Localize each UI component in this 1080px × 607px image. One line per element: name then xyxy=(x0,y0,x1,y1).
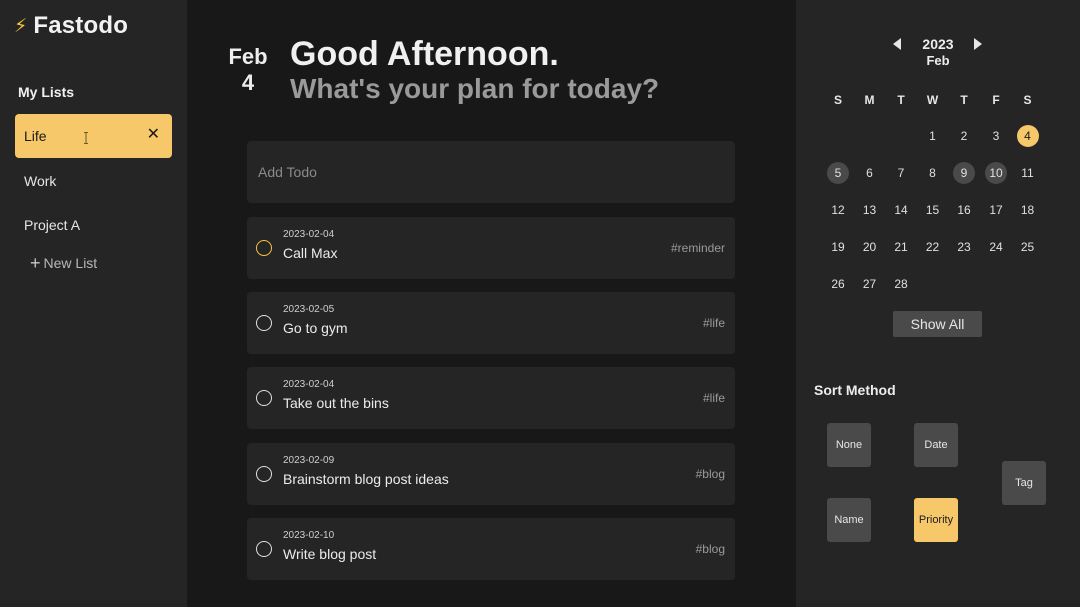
sort-method-heading: Sort Method xyxy=(814,382,896,398)
show-all-button[interactable]: Show All xyxy=(893,311,982,337)
calendar-weekday: T xyxy=(960,93,968,107)
calendar-day[interactable]: 22 xyxy=(922,236,944,258)
calendar-day[interactable]: 8 xyxy=(922,162,944,184)
main-content: Feb 4 Good Afternoon. What's your plan f… xyxy=(187,0,796,607)
todo-date: 2023-02-10 xyxy=(283,530,335,541)
current-date: Feb 4 xyxy=(225,44,271,96)
lightning-bolt-icon: ⚡ xyxy=(14,15,28,37)
sort-tag-button[interactable]: Tag xyxy=(1002,461,1046,505)
calendar-day[interactable]: 23 xyxy=(953,236,975,258)
todo-text: Brainstorm blog post ideas xyxy=(283,471,449,487)
calendar-day[interactable]: 4 xyxy=(1016,125,1039,147)
calendar-day[interactable]: 21 xyxy=(890,236,912,258)
todo-item[interactable]: 2023-02-04 Take out the bins #life xyxy=(247,367,735,429)
greeting-title: Good Afternoon. xyxy=(290,35,559,73)
list-item-label: Work xyxy=(24,173,57,189)
calendar-day[interactable]: 28 xyxy=(890,273,912,295)
new-list-label: New List xyxy=(43,255,98,271)
calendar-day[interactable]: 6 xyxy=(859,162,881,184)
calendar-day[interactable]: 5 xyxy=(827,162,849,184)
sort-name-button[interactable]: Name xyxy=(827,498,871,542)
calendar-day[interactable]: 25 xyxy=(1017,236,1039,258)
calendar-day[interactable]: 19 xyxy=(827,236,849,258)
previous-month-icon[interactable] xyxy=(893,38,901,50)
calendar-day[interactable]: 27 xyxy=(859,273,881,295)
calendar-day[interactable]: 7 xyxy=(890,162,912,184)
calendar-weekday: M xyxy=(864,93,875,107)
todo-date: 2023-02-04 xyxy=(283,229,335,240)
todo-text: Call Max xyxy=(283,245,338,261)
my-lists-heading: My Lists xyxy=(18,84,75,100)
todo-checkbox[interactable] xyxy=(256,390,272,406)
todo-text: Go to gym xyxy=(283,320,348,336)
todo-item[interactable]: 2023-02-05 Go to gym #life xyxy=(247,292,735,354)
calendar-day[interactable]: 2 xyxy=(953,125,975,147)
todo-tag: #blog xyxy=(695,542,725,556)
todo-text: Write blog post xyxy=(283,546,377,562)
calendar-month: Feb xyxy=(926,53,950,68)
calendar-weekday: S xyxy=(1023,93,1032,107)
sort-priority-button[interactable]: Priority xyxy=(914,498,958,542)
calendar-day[interactable]: 15 xyxy=(922,199,944,221)
calendar-day[interactable]: 26 xyxy=(827,273,849,295)
todo-item[interactable]: 2023-02-09 Brainstorm blog post ideas #b… xyxy=(247,443,735,505)
calendar-day[interactable]: 12 xyxy=(827,199,849,221)
todo-tag: #blog xyxy=(695,467,725,481)
todo-item[interactable]: 2023-02-04 Call Max #reminder xyxy=(247,217,735,279)
calendar-weekday: S xyxy=(833,93,842,107)
app-logo[interactable]: ⚡ Fastodo xyxy=(14,12,128,40)
list-item-work[interactable]: Work xyxy=(15,159,172,203)
todo-tag: #reminder xyxy=(670,241,725,255)
calendar-day[interactable]: 16 xyxy=(953,199,975,221)
todo-text: Take out the bins xyxy=(283,395,389,411)
calendar-day[interactable]: 10 xyxy=(985,162,1007,184)
calendar-day[interactable]: 3 xyxy=(985,125,1007,147)
sort-none-button[interactable]: None xyxy=(827,423,871,467)
greeting-subtitle: What's your plan for today? xyxy=(290,73,660,104)
current-month: Feb xyxy=(228,44,268,69)
list-item-label: Project A xyxy=(24,217,81,233)
sort-date-button[interactable]: Date xyxy=(914,423,958,467)
todo-tag: #life xyxy=(702,391,725,405)
list-item-life[interactable]: Life ✕ xyxy=(15,114,172,158)
calendar-day[interactable]: 11 xyxy=(1017,162,1039,184)
calendar-day[interactable]: 24 xyxy=(985,236,1007,258)
calendar-day[interactable]: 20 xyxy=(859,236,881,258)
calendar-day[interactable]: 9 xyxy=(953,162,975,184)
todo-checkbox[interactable] xyxy=(256,240,272,256)
current-day: 4 xyxy=(241,70,255,95)
add-todo-input[interactable] xyxy=(247,141,735,203)
calendar-year: 2023 xyxy=(922,36,954,52)
todo-item[interactable]: 2023-02-10 Write blog post #blog xyxy=(247,518,735,580)
delete-list-icon[interactable]: ✕ xyxy=(147,126,160,144)
calendar-day[interactable]: 18 xyxy=(1017,199,1039,221)
calendar-weekday: T xyxy=(897,93,905,107)
plus-icon: + xyxy=(30,253,41,273)
todo-date: 2023-02-09 xyxy=(283,455,335,466)
list-item-label: Life xyxy=(24,128,47,144)
calendar-weekday: W xyxy=(926,93,939,107)
todo-tag: #life xyxy=(702,316,725,330)
todo-date: 2023-02-04 xyxy=(283,379,335,390)
calendar-day[interactable]: 13 xyxy=(859,199,881,221)
app-name: Fastodo xyxy=(33,12,129,39)
calendar-day[interactable]: 17 xyxy=(985,199,1007,221)
next-month-icon[interactable] xyxy=(974,38,982,50)
calendar-day[interactable]: 14 xyxy=(890,199,912,221)
calendar-weekday: F xyxy=(992,93,1000,107)
new-list-button[interactable]: + New List xyxy=(30,253,98,273)
right-panel: 2023 Feb SMTWTFS 1 2 3 4 5 6 7 8 9 10 11 12 13 14 15 16… xyxy=(796,0,1080,607)
todo-date: 2023-02-05 xyxy=(283,304,335,315)
sidebar: ⚡ Fastodo My Lists Life ✕ Work Project A… xyxy=(0,0,187,607)
todo-checkbox[interactable] xyxy=(256,315,272,331)
list-item-project-a[interactable]: Project A xyxy=(15,203,172,247)
todo-checkbox[interactable] xyxy=(256,541,272,557)
text-cursor-icon xyxy=(84,132,88,144)
calendar-day[interactable]: 1 xyxy=(922,125,944,147)
todo-checkbox[interactable] xyxy=(256,466,272,482)
